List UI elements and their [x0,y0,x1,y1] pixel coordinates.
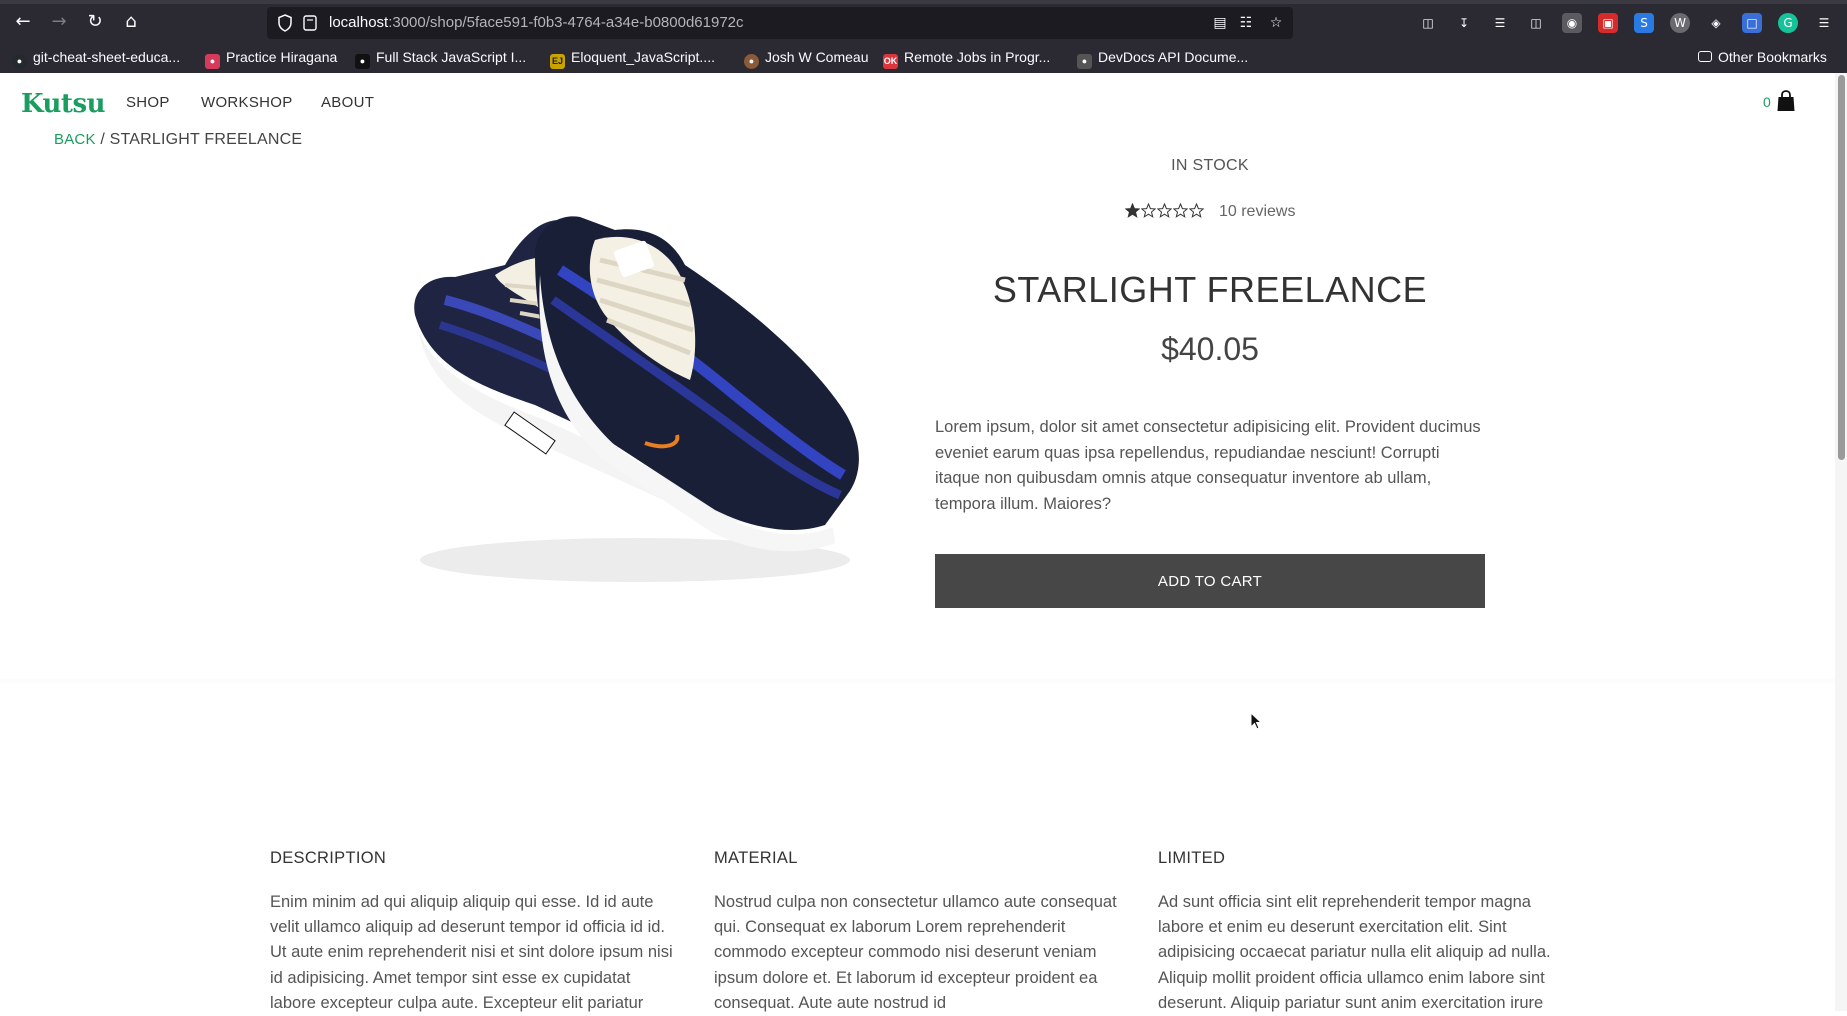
other-bookmarks[interactable]: Other Bookmarks [1698,47,1827,67]
url-path: :3000/shop/5face591-f0b3-4764-a34e-b0800… [388,14,744,31]
bookmark-label: Josh W Comeau [765,49,869,65]
devdocs-icon: ● [1077,54,1092,69]
back-link[interactable]: BACK [54,131,96,148]
product-rating[interactable]: 10 reviews [935,202,1485,223]
details-section-description: DESCRIPTION Enim minim ad qui aliquip al… [270,849,680,1016]
bookmark-item[interactable]: ● DevDocs API Docume... [1077,47,1249,69]
shopping-bag-icon [1777,90,1795,111]
product-description: Lorem ipsum, dolor sit amet consectetur … [935,418,1481,513]
scrollbar-thumb[interactable] [1838,75,1845,460]
bookmark-item[interactable]: ● Practice Hiragana [205,47,338,69]
extension-globe-icon[interactable]: ◈ [1706,13,1726,33]
extension-s-icon[interactable]: S [1634,13,1654,33]
fullstack-icon: ● [355,54,370,69]
downloads-icon[interactable]: ↧ [1454,13,1474,33]
section-divider [0,679,1835,685]
bookmark-label: Remote Jobs in Progr... [904,49,1051,65]
bookmarks-bar: ● git-cheat-sheet-educa... ● Practice Hira… [0,42,1847,73]
section-heading: MATERIAL [714,849,798,867]
section-heading: LIMITED [1158,849,1226,867]
forward-arrow-icon[interactable]: → [46,9,72,35]
other-bookmarks-label: Other Bookmarks [1718,49,1827,65]
github-icon: ● [12,54,27,69]
breadcrumb-current: STARLIGHT FREELANCE [109,131,303,148]
add-to-cart-button[interactable]: ADD TO CART [935,554,1485,608]
mouse-cursor-icon [1250,712,1262,730]
nav-shop[interactable]: SHOP [126,94,170,111]
bookmark-label: Practice Hiragana [226,49,338,65]
home-icon[interactable]: ⌂ [118,9,144,35]
pocket-icon[interactable]: ◫ [1418,13,1438,33]
star-empty-icon [1156,202,1173,218]
section-heading: DESCRIPTION [270,849,387,867]
star-rating [1124,202,1205,223]
url-text[interactable]: localhost:3000/shop/5face591-f0b3-4764-a… [329,7,744,39]
bookmark-item[interactable]: OK Remote Jobs in Progr... [883,47,1051,69]
bookmark-label: git-cheat-sheet-educa... [33,49,181,65]
url-host: localhost [329,14,389,31]
extension-lock-icon[interactable]: ▣ [1598,13,1618,33]
nav-about[interactable]: ABOUT [321,94,374,111]
review-count[interactable]: 10 reviews [1219,203,1295,220]
section-body: Ad sunt officia sint elit reprehenderit … [1158,893,1551,1012]
extension-owl-icon[interactable]: ◉ [1562,13,1582,33]
details-section-material: MATERIAL Nostrud culpa non consectetur u… [714,849,1124,1016]
library-icon[interactable]: ☰ [1490,13,1510,33]
folder-icon [1698,51,1712,62]
page-scrollbar[interactable] [1835,73,1847,1011]
bookmark-item[interactable]: ● Josh W Comeau [744,47,869,69]
bookmark-star-icon[interactable]: ☆ [1267,14,1285,32]
browser-toolbar: ← → ↻ ⌂ localhost:3000/shop/5face591-f0b… [0,4,1847,42]
product-title: STARLIGHT FREELANCE [992,269,1428,310]
stock-status: IN STOCK [1171,157,1249,174]
breadcrumb-separator: / [100,131,105,148]
reload-icon[interactable]: ↻ [82,9,108,35]
bookmark-label: DevDocs API Docume... [1098,49,1249,65]
section-body: Enim minim ad qui aliquip aliquip qui es… [270,893,673,1012]
hiragana-icon: ● [205,54,220,69]
reader-view-icon[interactable]: ▤ [1211,14,1229,32]
product-image [414,216,859,582]
product-price: $40.05 [1161,331,1259,367]
details-section-limited: LIMITED Ad sunt officia sint elit repreh… [1158,849,1568,1016]
grammarly-icon[interactable]: G [1778,13,1798,33]
ok-icon: OK [883,54,898,69]
back-arrow-icon[interactable]: ← [10,9,36,35]
sidebar-icon[interactable]: ◫ [1526,13,1546,33]
app-menu-icon[interactable]: ☰ [1814,13,1834,33]
page-viewport: Kutsu SHOP WORKSHOP ABOUT 0 BACK / STARL… [0,73,1847,1012]
section-body: Nostrud culpa non consectetur ullamco au… [714,893,1117,1012]
bookmark-label: Full Stack JavaScript I... [376,49,527,65]
bookmark-item[interactable]: ● git-cheat-sheet-educa... [12,47,181,69]
cart-count: 0 [1763,94,1771,110]
nav-workshop[interactable]: WORKSHOP [201,94,293,111]
page-info-icon[interactable] [303,15,317,31]
star-empty-icon [1140,202,1157,218]
tracking-shield-icon[interactable] [277,14,293,32]
extension-translate-icon[interactable]: □ [1742,13,1762,33]
translate-icon[interactable]: ☷ [1237,14,1255,32]
site-logo[interactable]: Kutsu [21,89,105,119]
breadcrumb: BACK / STARLIGHT FREELANCE [54,131,302,149]
ejs-icon: EJ [550,54,565,69]
address-bar[interactable]: localhost:3000/shop/5face591-f0b3-4764-a… [267,7,1293,39]
bookmark-item[interactable]: EJ Eloquent_JavaScript.... [550,47,715,69]
browser-chrome: ← → ↻ ⌂ localhost:3000/shop/5face591-f0b… [0,0,1847,73]
star-empty-icon [1172,202,1189,218]
star-empty-icon [1188,202,1205,218]
bookmark-item[interactable]: ● Full Stack JavaScript I... [355,47,527,69]
star-filled-icon [1124,202,1141,218]
josh-icon: ● [744,54,759,69]
bookmark-label: Eloquent_JavaScript.... [571,49,715,65]
extension-w-icon[interactable]: W [1670,13,1690,33]
